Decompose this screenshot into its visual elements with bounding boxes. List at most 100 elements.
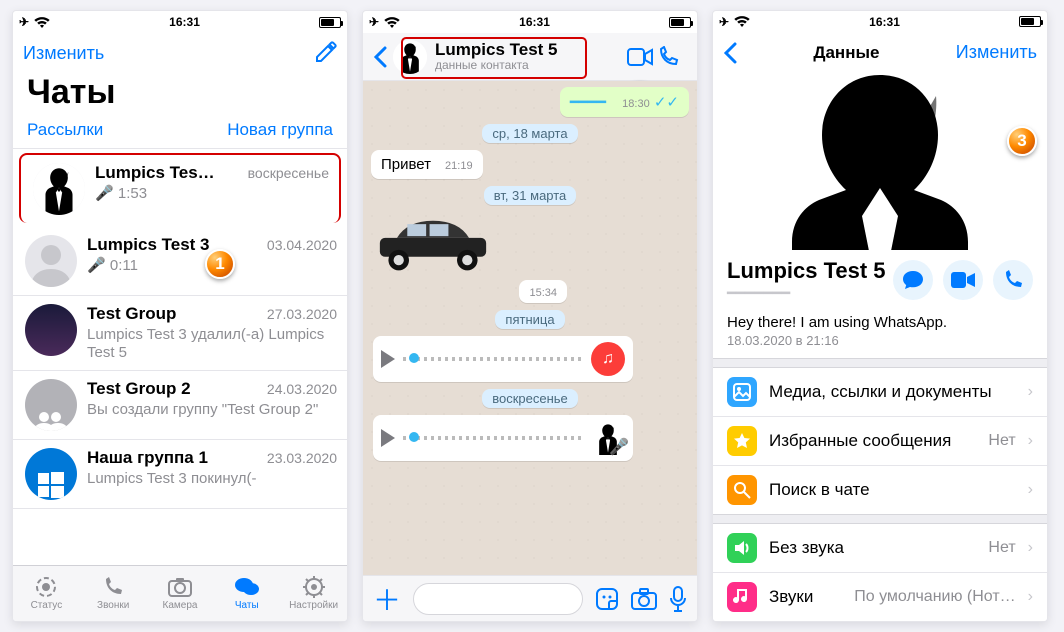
camera-icon xyxy=(167,576,193,598)
avatar xyxy=(25,379,77,431)
newgroup-link[interactable]: Новая группа xyxy=(227,120,333,140)
date-separator: воскресенье xyxy=(482,389,578,408)
compose-icon[interactable] xyxy=(313,41,337,65)
chat-row[interactable]: Lumpics Test 3 03.04.2020 🎤 0:11 xyxy=(13,227,347,296)
nav-bar: Данные Изменить xyxy=(713,33,1047,73)
page-title: Чаты xyxy=(13,73,347,118)
message-input[interactable] xyxy=(413,583,583,615)
contact-name-row: Lumpics Test 5 ━━━━━━━ xyxy=(713,250,1047,310)
edit-button[interactable]: Изменить xyxy=(23,43,104,64)
mic-icon: 🎤 xyxy=(95,185,114,202)
voice-message[interactable]: ♫ xyxy=(373,336,633,382)
chat-body[interactable]: ━━━━ 18:30 ✓✓ ср, 18 марта Привет21:19 в… xyxy=(363,81,697,575)
message-button[interactable] xyxy=(893,260,933,300)
video-button[interactable] xyxy=(943,260,983,300)
message-out[interactable]: ━━━━ 18:30 ✓✓ xyxy=(560,87,689,117)
tab-settings[interactable]: Настройки xyxy=(280,566,347,621)
timestamp-chip: 15:34 xyxy=(519,280,567,303)
battery-icon xyxy=(669,17,691,28)
status-bar: ✈︎ 16:31 xyxy=(363,11,697,33)
sounds-row[interactable]: Звуки По умолчанию (Нот… › xyxy=(713,573,1047,621)
about-text: Hey there! I am using WhatsApp. xyxy=(713,310,1047,333)
screen-chats: ✈︎ 16:31 Изменить Чаты Рассылки Новая гр… xyxy=(12,10,348,622)
airplane-icon: ✈︎ xyxy=(19,15,29,29)
battery-icon xyxy=(319,17,341,28)
avatar xyxy=(33,163,85,215)
chevron-right-icon: › xyxy=(1028,432,1033,450)
tab-camera[interactable]: Камера xyxy=(147,566,214,621)
attach-icon[interactable]: ＋ xyxy=(373,579,401,619)
play-icon[interactable] xyxy=(381,350,395,368)
chevron-right-icon: › xyxy=(1028,539,1033,557)
screen-conversation: ✈︎ 16:31 Lumpics Test 5 данные контакта … xyxy=(362,10,698,622)
voice-waveform[interactable] xyxy=(403,436,583,440)
wifi-icon xyxy=(734,16,750,27)
chat-row[interactable]: Test Group 27.03.2020 Lumpics Test 3 уда… xyxy=(13,296,347,371)
message-in[interactable]: Привет21:19 xyxy=(371,150,483,179)
back-button[interactable] xyxy=(723,42,737,64)
play-icon[interactable] xyxy=(381,429,395,447)
step-badge-1: 1 xyxy=(205,249,235,279)
chat-name: Lumpics Tes… xyxy=(95,163,215,183)
starred-messages[interactable]: Избранные сообщения Нет › xyxy=(713,417,1047,466)
mute-row[interactable]: Без звука Нет › xyxy=(713,524,1047,573)
chevron-right-icon: › xyxy=(1028,383,1033,401)
date-separator: ср, 18 марта xyxy=(482,124,577,143)
search-icon xyxy=(727,475,757,505)
date-separator: вт, 31 марта xyxy=(484,186,577,205)
broadcast-link[interactable]: Рассылки xyxy=(27,120,103,140)
profile-photo[interactable] xyxy=(713,73,1047,250)
mic-icon[interactable] xyxy=(669,586,687,612)
music-badge-icon: ♫ xyxy=(591,342,625,376)
status-bar: ✈︎ 16:31 xyxy=(713,11,1047,33)
input-toolbar: ＋ xyxy=(363,575,697,621)
chat-date: воскресенье xyxy=(248,165,329,181)
video-call-icon[interactable] xyxy=(627,48,657,66)
photo-icon xyxy=(727,377,757,407)
about-date: 18.03.2020 в 21:16 xyxy=(713,333,1047,358)
chat-row[interactable]: Test Group 2 24.03.2020 Вы создали групп… xyxy=(13,371,347,440)
edit-button[interactable]: Изменить xyxy=(956,42,1037,63)
speaker-icon xyxy=(727,533,757,563)
call-icon[interactable] xyxy=(657,46,687,68)
tab-chats[interactable]: Чаты xyxy=(213,566,280,621)
avatar xyxy=(25,304,77,356)
page-title: Данные xyxy=(737,43,956,63)
date-separator: пятница xyxy=(495,310,564,329)
avatar xyxy=(25,235,77,287)
tab-calls[interactable]: Звонки xyxy=(80,566,147,621)
chevron-right-icon: › xyxy=(1028,481,1033,499)
voice-waveform[interactable] xyxy=(403,357,583,361)
sender-avatar: 🎤 xyxy=(591,421,625,455)
airplane-icon: ✈︎ xyxy=(369,15,379,29)
media-links-docs[interactable]: Медиа, ссылки и документы › xyxy=(713,368,1047,417)
sticker-icon[interactable] xyxy=(595,587,619,611)
chevron-right-icon: › xyxy=(1028,588,1033,606)
sticker-car[interactable] xyxy=(373,212,493,274)
voice-message[interactable]: 🎤 xyxy=(373,415,633,461)
gear-icon xyxy=(301,576,327,598)
tab-status[interactable]: Статус xyxy=(13,566,80,621)
airplane-icon: ✈︎ xyxy=(719,15,729,29)
tab-bar: Статус Звонки Камера Чаты Настройки xyxy=(13,565,347,621)
call-button[interactable] xyxy=(993,260,1033,300)
screen-contact-info: ✈︎ 16:31 Данные Изменить 3 Lumpics Test … xyxy=(712,10,1048,622)
status-bar: ✈︎ 16:31 xyxy=(13,11,347,33)
chat-search[interactable]: Поиск в чате › xyxy=(713,466,1047,514)
chats-icon xyxy=(234,576,260,598)
back-button[interactable] xyxy=(373,46,393,68)
music-icon xyxy=(727,582,757,612)
chat-row[interactable]: Lumpics Tes… воскресенье 🎤 1:53 xyxy=(19,153,341,223)
phone-icon xyxy=(100,576,126,598)
mic-icon: 🎤 xyxy=(87,257,106,274)
camera-icon[interactable] xyxy=(631,588,657,610)
nav-bar: Изменить xyxy=(13,33,347,73)
avatar xyxy=(25,448,77,500)
step-badge-3: 3 xyxy=(1007,126,1037,156)
chat-row[interactable]: Наша группа 1 23.03.2020 Lumpics Test 3 … xyxy=(13,440,347,509)
battery-icon xyxy=(1019,16,1041,27)
status-time: 16:31 xyxy=(169,15,200,29)
wifi-icon xyxy=(34,17,50,28)
contact-name: Lumpics Test 5 xyxy=(727,258,886,284)
star-icon xyxy=(727,426,757,456)
